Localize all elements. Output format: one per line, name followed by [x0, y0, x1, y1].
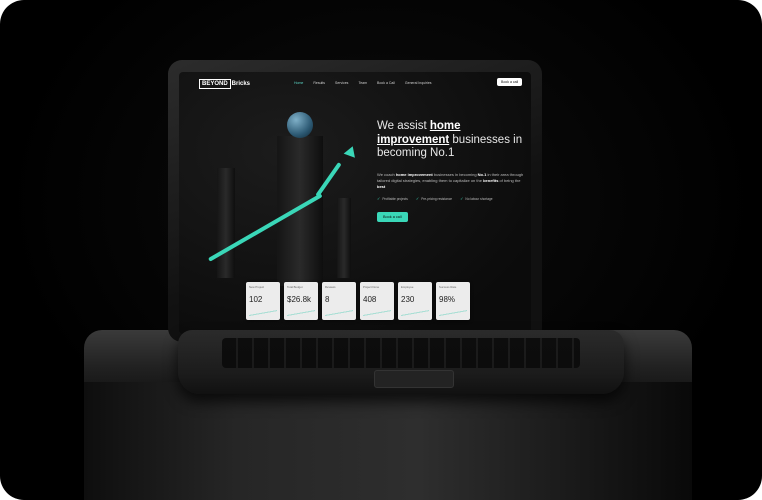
sub-pre: We coach: [377, 172, 396, 177]
laptop-screen: BEYOND Bricks Home Results Services Team…: [179, 72, 531, 334]
stat-label: Success Rate: [439, 285, 457, 289]
sparkline: [249, 310, 277, 316]
site-logo[interactable]: BEYOND Bricks: [199, 79, 250, 89]
sparkline: [325, 310, 353, 316]
laptop-base: [178, 330, 624, 394]
sparkline: [287, 310, 315, 316]
sub-end: of being the: [498, 178, 521, 183]
sub-bold1: home improvement: [395, 172, 433, 177]
book-call-button[interactable]: Book a call: [497, 78, 523, 86]
nav-item-team[interactable]: Team: [358, 81, 367, 85]
stat-value: $26.8k: [287, 295, 312, 304]
stat-card: New Project 102: [246, 282, 280, 320]
nav-item-results[interactable]: Results: [313, 81, 325, 85]
stats-row: New Project 102 Total Budget $26.8k Revi…: [246, 282, 470, 320]
stat-label: Reviews: [325, 285, 336, 289]
benefit-checks: Profitable projects Pre-pricing resistan…: [377, 196, 492, 201]
hero-cta-button[interactable]: Book a call: [377, 212, 408, 222]
nav-menu: Home Results Services Team Book a Call G…: [294, 81, 432, 85]
sparkline: [363, 310, 391, 316]
photo-frame: BEYOND Bricks Home Results Services Team…: [0, 0, 762, 500]
nav-item-book-a-call[interactable]: Book a Call: [377, 81, 395, 85]
pedestal-front: [84, 382, 692, 500]
nav-item-home[interactable]: Home: [294, 81, 303, 85]
stat-label: Project Done: [363, 285, 380, 289]
nav-item-general-inquiries[interactable]: General Inquiries: [405, 81, 432, 85]
sub-bold4: best: [377, 184, 386, 189]
hero-headline: We assist home improvement businesses in…: [377, 120, 527, 161]
logo-boxed-text: BEYOND: [199, 79, 231, 89]
arrow-head-icon: [343, 144, 359, 158]
stat-label: Total Budget: [287, 285, 303, 289]
sphere: [287, 112, 313, 138]
stat-card: Reviews 8: [322, 282, 356, 320]
sparkline: [401, 310, 429, 316]
stat-value: 102: [249, 295, 263, 304]
sub-mid: businesses in becoming: [432, 172, 478, 177]
keyboard: [222, 338, 580, 368]
stat-card: Project Done 408: [360, 282, 394, 320]
laptop-lid: BEYOND Bricks Home Results Services Team…: [168, 60, 542, 342]
sparkline: [439, 310, 467, 316]
check-item: Pre-pricing resistance: [416, 196, 452, 201]
check-item: No labour shortage: [460, 196, 492, 201]
headline-pre: We assist: [377, 120, 430, 132]
stat-label: Employee: [401, 285, 414, 289]
trackpad: [374, 370, 454, 388]
stat-card: Success Rate 98%: [436, 282, 470, 320]
logo-rest-text: Bricks: [231, 81, 251, 87]
hero-subtext: We coach home improvement businesses in …: [377, 172, 525, 190]
stat-value: 408: [363, 295, 377, 304]
sub-bold3: benefits: [483, 178, 499, 183]
stat-card: Total Budget $26.8k: [284, 282, 318, 320]
stat-value: 8: [325, 295, 330, 304]
tower-left: [217, 168, 235, 278]
hero-illustration: [199, 108, 359, 288]
tower-right: [337, 198, 351, 278]
nav-item-services[interactable]: Services: [335, 81, 348, 85]
tower-center: [277, 136, 323, 286]
site-nav: BEYOND Bricks Home Results Services Team…: [179, 72, 531, 94]
stat-label: New Project: [249, 285, 265, 289]
stat-value: 98%: [439, 295, 456, 304]
stat-card: Employee 230: [398, 282, 432, 320]
check-item: Profitable projects: [377, 196, 408, 201]
stat-value: 230: [401, 295, 415, 304]
